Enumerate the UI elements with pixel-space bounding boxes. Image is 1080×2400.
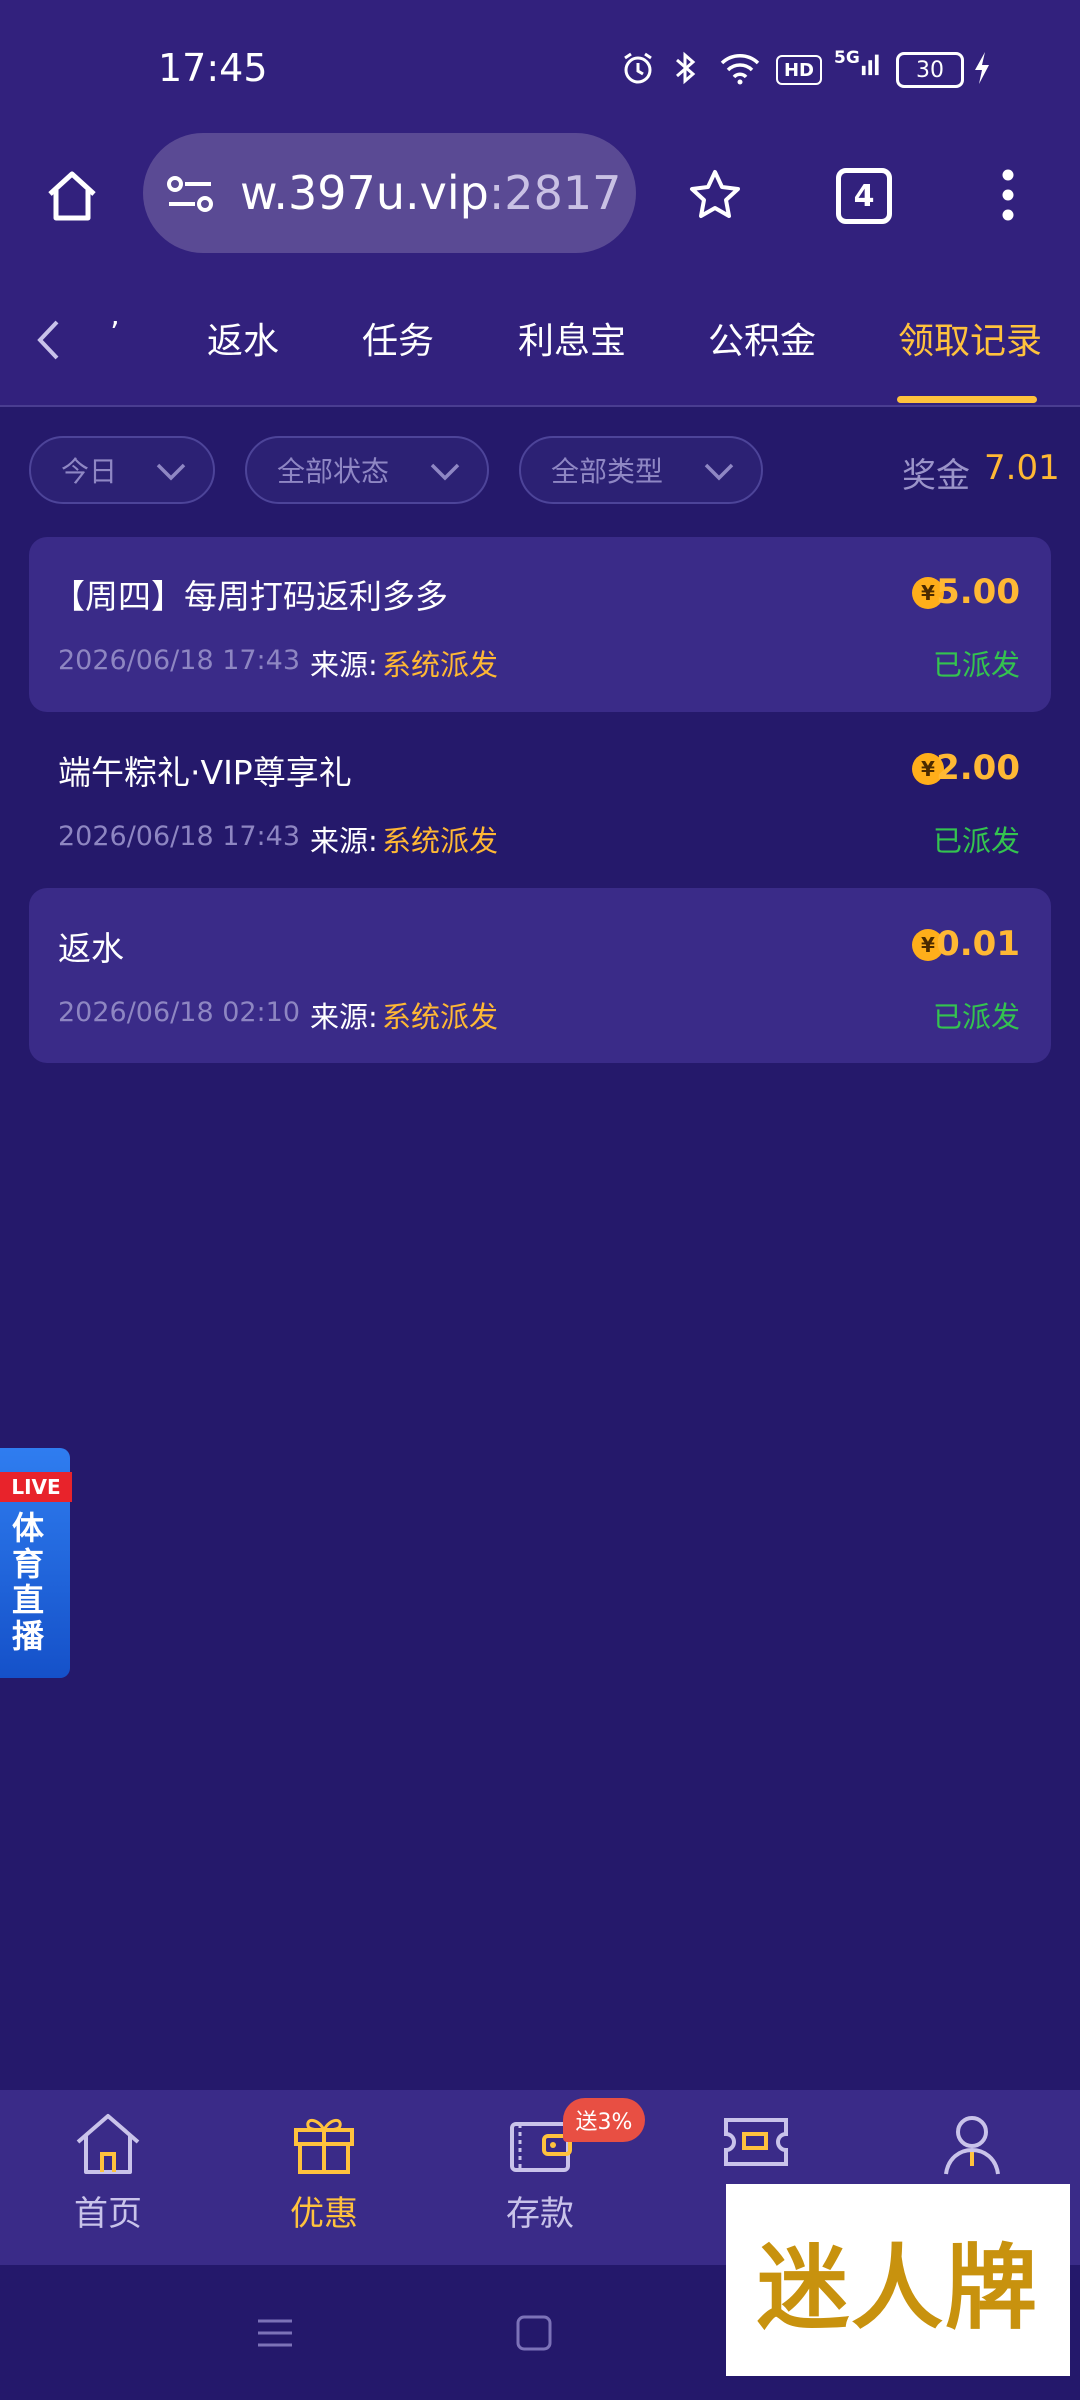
record-status: 已派发	[932, 824, 1020, 858]
tab-provident-fund[interactable]: 公积金	[708, 312, 816, 364]
live-badge: LIVE	[0, 1472, 72, 1502]
record-source-value: 系统派发	[382, 824, 499, 858]
record-time: 2026/06/18 17:43	[58, 821, 301, 852]
record-status: 已派发	[932, 1000, 1020, 1034]
chevron-down-icon	[703, 456, 735, 489]
record-time: 2026/06/18 17:43	[58, 645, 301, 676]
status-filter-value: 全部状态	[277, 455, 390, 488]
record-amount: 5.00	[936, 572, 1020, 612]
status-time: 17:45	[158, 46, 268, 90]
ticket-icon	[720, 2110, 792, 2180]
tab-interest[interactable]: 利息宝	[518, 312, 626, 364]
url-host: w.397u.vip	[240, 166, 489, 220]
record-title: 【周四】每周打码返利多多	[52, 577, 448, 616]
tab-rebate[interactable]: 返水	[207, 312, 279, 364]
bluetooth-icon	[666, 50, 706, 86]
record-source-label: 来源:	[310, 1000, 378, 1034]
live-sports-label: 体育直播	[11, 1509, 44, 1655]
record-amount: 0.01	[936, 924, 1020, 964]
home-icon[interactable]	[34, 158, 110, 234]
tab-switcher-button[interactable]: 4	[836, 168, 892, 224]
tab-claim-records[interactable]: 领取记录	[898, 312, 1042, 364]
status-filter[interactable]: 全部状态	[245, 436, 489, 504]
chevron-down-icon	[155, 456, 187, 489]
bonus-total: 7.01	[984, 448, 1060, 488]
nav-label: 首页	[74, 2194, 142, 2234]
nav-home[interactable]: 首页	[38, 2110, 178, 2250]
site-settings-icon[interactable]	[162, 166, 218, 222]
type-filter[interactable]: 全部类型	[519, 436, 763, 504]
record-title: 返水	[58, 929, 124, 968]
tab-truncated: ’	[110, 316, 120, 351]
record-item	[29, 713, 1051, 888]
recent-apps-icon[interactable]	[254, 2310, 296, 2356]
gift-icon	[288, 2110, 360, 2180]
record-time: 2026/06/18 02:10	[58, 997, 301, 1028]
hd-indicator: HD	[776, 55, 822, 85]
tab-tasks[interactable]: 任务	[362, 312, 434, 364]
charging-icon	[970, 50, 994, 86]
alarm-icon	[618, 50, 658, 86]
url-port: :28175	[488, 166, 620, 220]
record-source-value: 系统派发	[382, 648, 499, 682]
bookmark-star-icon[interactable]	[680, 160, 750, 230]
deposit-bonus-badge: 送3%	[563, 2098, 645, 2142]
record-source-label: 来源:	[310, 648, 378, 682]
date-filter-value: 今日	[61, 455, 118, 488]
home-button-icon[interactable]	[512, 2310, 556, 2356]
user-icon	[936, 2110, 1008, 2180]
more-menu-icon[interactable]	[988, 160, 1028, 230]
nav-label: 优惠	[290, 2194, 358, 2234]
chevron-down-icon	[429, 456, 461, 489]
record-source-label: 来源:	[310, 824, 378, 858]
type-filter-value: 全部类型	[551, 455, 664, 488]
nav-promotions[interactable]: 优惠	[254, 2110, 394, 2250]
record-status: 已派发	[932, 648, 1020, 682]
home-icon	[72, 2110, 144, 2180]
url-text[interactable]: w.397u.vip:28175	[240, 166, 620, 220]
record-title: 端午粽礼·VIP尊享礼	[58, 753, 352, 792]
record-source-value: 系统派发	[382, 1000, 499, 1034]
watermark-logo: 迷人牌	[726, 2184, 1070, 2376]
bonus-label: 奖金	[902, 456, 970, 496]
tabs-scroll-left-icon[interactable]	[28, 316, 68, 364]
date-filter[interactable]: 今日	[29, 436, 215, 504]
record-item	[29, 888, 1051, 1063]
nav-label: 存款	[506, 2194, 574, 2234]
watermark-text: 迷人牌	[756, 2233, 1039, 2342]
record-amount: 2.00	[936, 748, 1020, 788]
wifi-icon	[718, 50, 762, 86]
tab-active-indicator	[897, 396, 1037, 403]
signal-icon: 5G	[834, 48, 884, 84]
battery-icon: 30	[896, 52, 964, 88]
record-item	[29, 537, 1051, 712]
